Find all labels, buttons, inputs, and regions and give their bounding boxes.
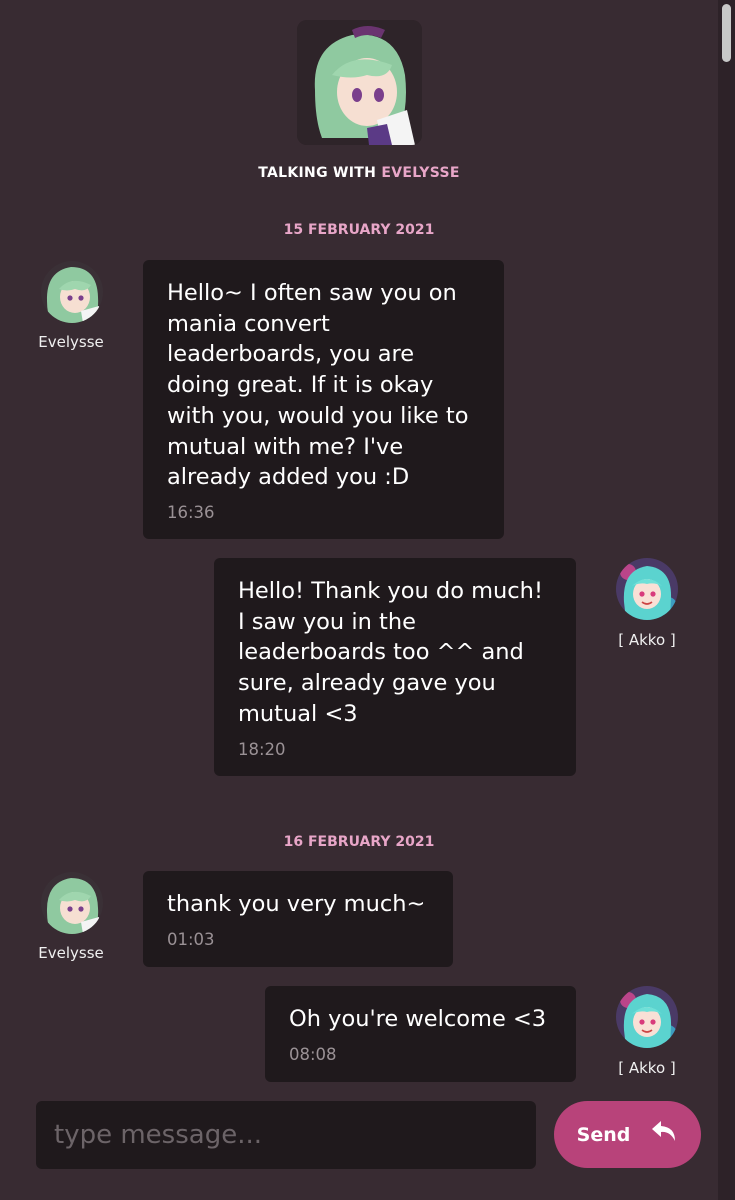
send-label: Send bbox=[576, 1123, 631, 1146]
message-input-container bbox=[36, 1101, 536, 1169]
message-time: 08:08 bbox=[289, 1044, 337, 1064]
avatar[interactable] bbox=[41, 872, 103, 934]
sender-name: Evelysse bbox=[38, 333, 104, 351]
contact-profile-image bbox=[297, 20, 422, 145]
message-text: Hello~ I often saw you on mania convert … bbox=[167, 280, 469, 491]
avatar[interactable] bbox=[616, 558, 678, 620]
avatar[interactable] bbox=[41, 261, 103, 323]
message-bubble: Oh you're welcome <3 08:08 bbox=[265, 986, 576, 1082]
send-button[interactable]: Send bbox=[554, 1101, 701, 1168]
sender-name: Evelysse bbox=[38, 944, 104, 962]
message-input[interactable] bbox=[36, 1101, 536, 1169]
message-text: Oh you're welcome <3 bbox=[289, 1006, 547, 1032]
sender-name: [ Akko ] bbox=[618, 631, 676, 649]
message-time: 16:36 bbox=[167, 502, 215, 522]
conversation-title: TALKING WITH EVELYSSE bbox=[0, 165, 718, 181]
scrollbar-thumb[interactable] bbox=[722, 4, 731, 62]
message-time: 18:20 bbox=[238, 739, 286, 759]
message-bubble: thank you very much~ 01:03 bbox=[143, 871, 453, 967]
message-text: Hello! Thank you do much! I saw you in t… bbox=[238, 578, 543, 727]
contact-name: EVELYSSE bbox=[381, 165, 460, 181]
message-time: 01:03 bbox=[167, 929, 215, 949]
date-separator: 15 FEBRUARY 2021 bbox=[283, 222, 435, 238]
avatar[interactable] bbox=[616, 986, 678, 1048]
talking-with-label: TALKING WITH bbox=[258, 165, 377, 181]
scrollbar[interactable] bbox=[718, 0, 735, 1200]
message-text: thank you very much~ bbox=[167, 891, 426, 917]
date-separator: 16 FEBRUARY 2021 bbox=[283, 834, 435, 850]
message-bubble: Hello! Thank you do much! I saw you in t… bbox=[214, 558, 576, 776]
sender-name: [ Akko ] bbox=[618, 1059, 676, 1077]
message-bubble: Hello~ I often saw you on mania convert … bbox=[143, 260, 504, 539]
reply-arrow-icon bbox=[650, 1119, 678, 1150]
